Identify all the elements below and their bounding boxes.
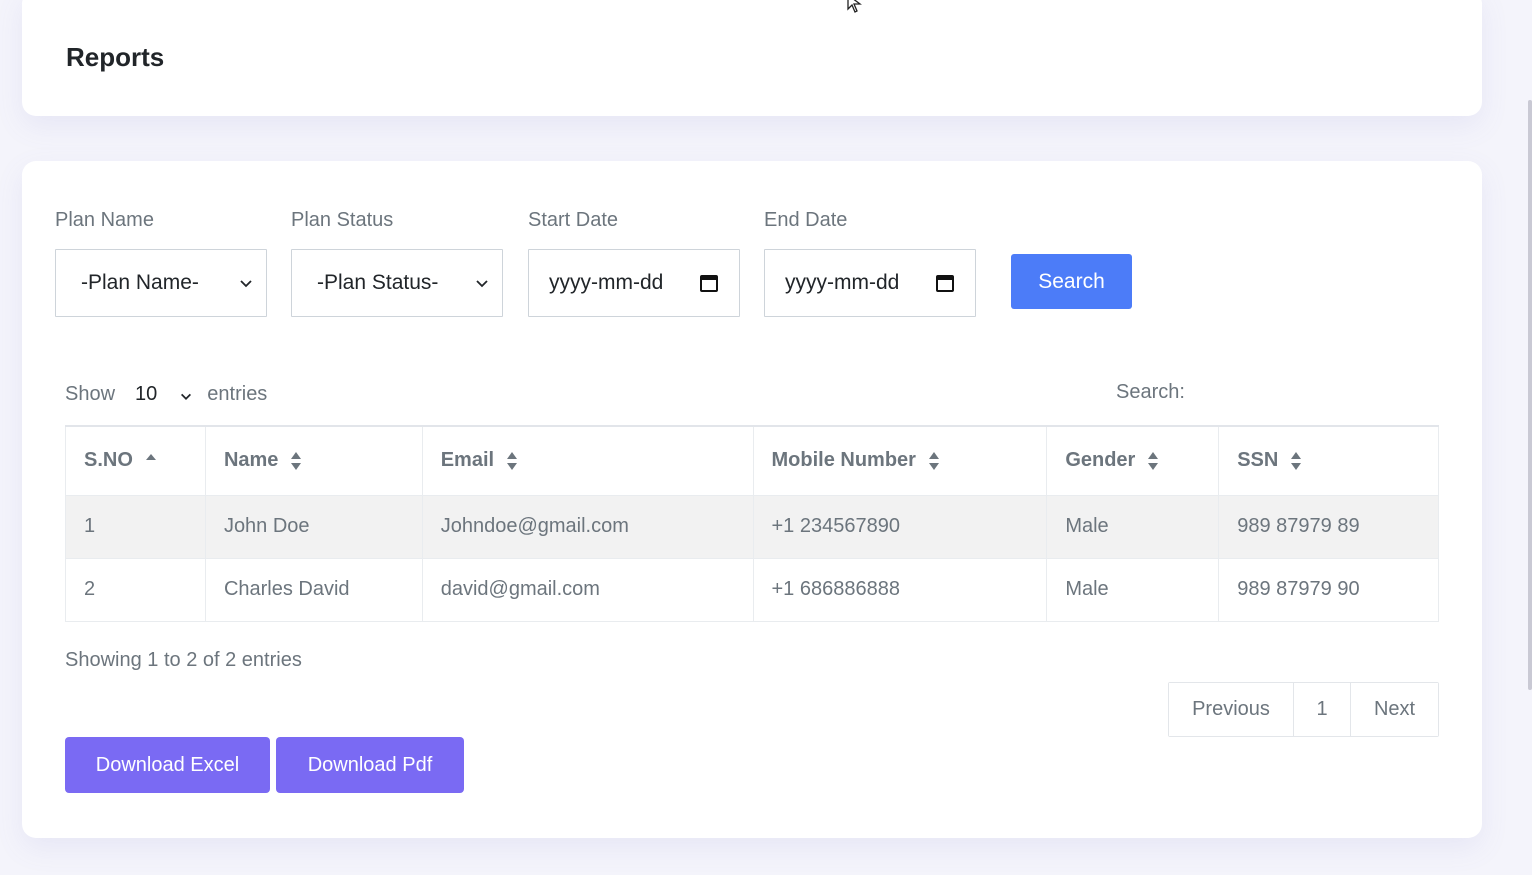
end-date-placeholder: yyyy-mm-dd: [785, 271, 900, 294]
sort-icon: [928, 451, 939, 470]
previous-page-button[interactable]: Previous: [1169, 683, 1294, 736]
search-button[interactable]: Search: [1011, 254, 1132, 309]
entries-label: entries: [207, 382, 268, 405]
column-header-ssn[interactable]: SSN: [1218, 425, 1439, 496]
end-date-input[interactable]: yyyy-mm-dd: [764, 249, 976, 317]
chevron-down-icon: [181, 393, 192, 400]
column-header-mobile[interactable]: Mobile Number: [752, 425, 1048, 496]
table-header-row: S.NO Name Email Mobile Number Gender SSN: [65, 425, 1439, 496]
page-1-button[interactable]: 1: [1294, 683, 1351, 736]
plan-status-label: Plan Status: [291, 209, 394, 231]
calendar-icon[interactable]: [935, 273, 955, 293]
table-cell: Johndoe@gmail.com: [421, 494, 754, 559]
calendar-icon[interactable]: [699, 273, 719, 293]
table-cell: John Doe: [204, 494, 423, 559]
table-cell: 2: [65, 557, 206, 622]
page-title: Reports: [66, 42, 165, 72]
download-excel-button[interactable]: Download Excel: [65, 737, 270, 793]
reports-table: S.NO Name Email Mobile Number Gender SSN…: [65, 425, 1439, 622]
end-date-filter: End Date yyyy-mm-dd: [764, 209, 976, 317]
sort-icon: [1148, 451, 1159, 470]
table-cell: Male: [1046, 557, 1220, 622]
column-header-name[interactable]: Name: [204, 425, 423, 496]
plan-name-select[interactable]: -Plan Name-: [55, 249, 267, 317]
table-row: 1 John Doe Johndoe@gmail.com +1 23456789…: [65, 494, 1439, 559]
mouse-cursor-icon: [847, 0, 862, 13]
plan-status-select[interactable]: -Plan Status-: [291, 249, 503, 317]
page-scrollbar[interactable]: [1528, 100, 1532, 690]
entries-length-control: Show 10 entries: [65, 381, 267, 407]
end-date-label: End Date: [764, 209, 848, 231]
table-cell: 989 87979 89: [1218, 494, 1439, 559]
start-date-label: Start Date: [528, 209, 619, 231]
download-pdf-button[interactable]: Download Pdf: [276, 737, 464, 793]
table-search-label: Search:: [1116, 381, 1185, 403]
column-header-gender[interactable]: Gender: [1046, 425, 1220, 496]
chevron-down-icon: [476, 280, 488, 288]
pagination: Previous 1 Next: [1168, 682, 1439, 737]
table-cell: Charles David: [204, 557, 423, 622]
plan-status-filter: Plan Status -Plan Status-: [291, 209, 503, 317]
table-cell: Male: [1046, 494, 1220, 559]
plan-name-value: -Plan Name-: [81, 271, 199, 294]
table-row: 2 Charles David david@gmail.com +1 68688…: [65, 557, 1439, 622]
table-info: Showing 1 to 2 of 2 entries: [65, 649, 302, 671]
plan-name-filter: Plan Name -Plan Name-: [55, 209, 267, 317]
table-cell: 989 87979 90: [1218, 557, 1439, 622]
column-header-email[interactable]: Email: [421, 425, 754, 496]
start-date-placeholder: yyyy-mm-dd: [549, 271, 664, 294]
entries-select[interactable]: 10: [135, 383, 193, 406]
column-header-sno[interactable]: S.NO: [65, 425, 206, 496]
table-cell: +1 686886888: [752, 557, 1048, 622]
start-date-filter: Start Date yyyy-mm-dd: [528, 209, 740, 317]
chevron-down-icon: [240, 280, 252, 288]
plan-status-value: -Plan Status-: [317, 271, 439, 294]
next-page-button[interactable]: Next: [1351, 683, 1438, 736]
sort-icon: [291, 451, 302, 470]
reports-card: Plan Name -Plan Name- Plan Status -Plan …: [22, 161, 1482, 838]
sort-icon: [507, 451, 518, 470]
entries-value: 10: [135, 382, 158, 405]
header-card: Reports: [22, 0, 1482, 116]
table-cell: +1 234567890: [752, 494, 1048, 559]
sort-asc-icon: [145, 453, 156, 460]
start-date-input[interactable]: yyyy-mm-dd: [528, 249, 740, 317]
plan-name-label: Plan Name: [55, 209, 154, 231]
show-label: Show: [65, 382, 116, 405]
table-cell: 1: [65, 494, 206, 559]
table-cell: david@gmail.com: [421, 557, 754, 622]
sort-icon: [1291, 451, 1302, 470]
